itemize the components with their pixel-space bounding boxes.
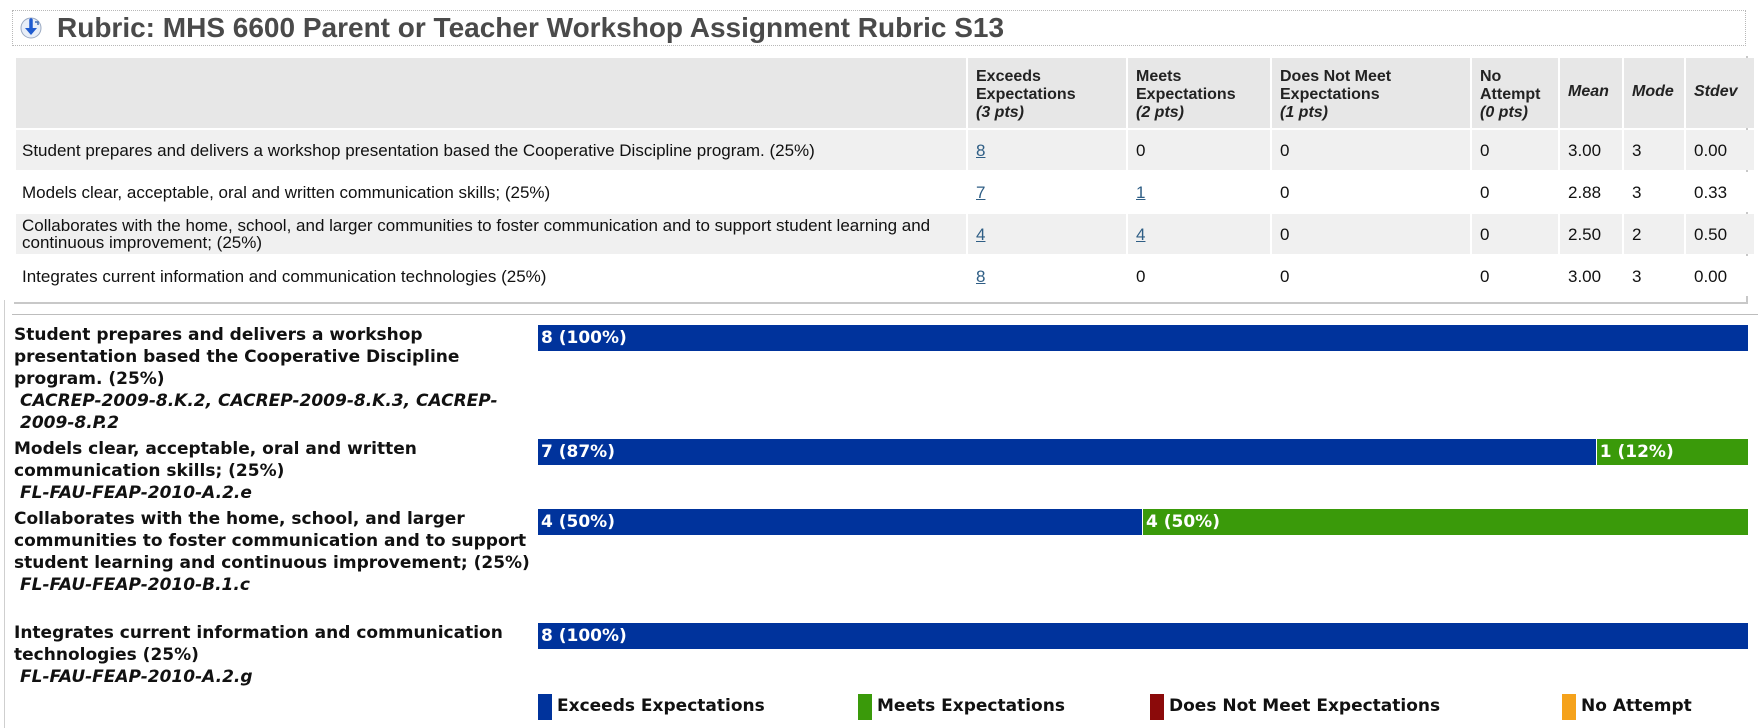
table-row: Collaborates with the home, school, and …	[16, 214, 1754, 254]
no-attempt-cell: 0	[1472, 256, 1558, 296]
bar-row: 8 (100%)	[538, 325, 1748, 351]
rubric-report-page: Rubric: MHS 6600 Parent or Teacher Works…	[0, 0, 1758, 728]
bar-segment-exceeds-expectations: 7 (87%)	[538, 439, 1596, 465]
column-header-points: (2 pts)	[1136, 104, 1184, 121]
column-header-points: (3 pts)	[976, 104, 1024, 121]
mean-cell: 2.50	[1560, 214, 1622, 254]
criterion-text: Integrates current information and commu…	[14, 623, 503, 665]
chart-criterion-label: Integrates current information and commu…	[14, 622, 534, 688]
exceeds-cell: 7	[968, 172, 1126, 212]
mean-cell: 2.88	[1560, 172, 1622, 212]
left-border	[4, 300, 5, 728]
exceeds-count-link[interactable]: 8	[976, 267, 985, 286]
table-row: Integrates current information and commu…	[16, 256, 1754, 296]
criterion-standards: FL-FAU-FEAP-2010-B.1.c	[20, 575, 250, 595]
column-header-no-attempt: No Attempt (0 pts)	[1472, 58, 1558, 128]
column-header-meets: Meets Expectations (2 pts)	[1128, 58, 1270, 128]
not-meet-cell: 0	[1272, 172, 1470, 212]
legend-label: No Attempt	[1581, 696, 1692, 716]
exceeds-cell: 4	[968, 214, 1126, 254]
exceeds-count-link[interactable]: 4	[976, 225, 985, 244]
no-attempt-cell: 0	[1472, 130, 1558, 170]
criterion-cell: Models clear, acceptable, oral and writt…	[16, 172, 966, 212]
table-row: Models clear, acceptable, oral and writt…	[16, 172, 1754, 212]
bar-segment-exceeds-expectations: 4 (50%)	[538, 509, 1142, 535]
stdev-cell: 0.33	[1686, 172, 1754, 212]
section-divider	[12, 314, 1758, 315]
legend-label: Exceeds Expectations	[557, 696, 765, 716]
meets-cell: 1	[1128, 172, 1270, 212]
column-header-label: Exceeds Expectations	[976, 68, 1076, 103]
criterion-cell: Collaborates with the home, school, and …	[16, 214, 966, 254]
bar-segment-exceeds-expectations: 8 (100%)	[538, 623, 1748, 649]
column-header-label: Does Not Meet Expectations	[1280, 68, 1392, 103]
mode-cell: 3	[1624, 130, 1684, 170]
criterion-standards: CACREP-2009-8.K.2, CACREP-2009-8.K.3, CA…	[20, 391, 498, 433]
exceeds-count-link[interactable]: 8	[976, 141, 985, 160]
exceeds-cell: 8	[968, 256, 1126, 296]
mean-cell: 3.00	[1560, 256, 1622, 296]
meets-count-link[interactable]: 1	[1136, 183, 1145, 202]
column-header-mode: Mode	[1624, 58, 1684, 128]
column-header-not-meet: Does Not Meet Expectations (1 pts)	[1272, 58, 1470, 128]
bar-segment-meets-expectations: 4 (50%)	[1143, 509, 1748, 535]
mode-cell: 3	[1624, 256, 1684, 296]
meets-count-link[interactable]: 4	[1136, 225, 1145, 244]
column-header-mean: Mean	[1560, 58, 1622, 128]
stdev-cell: 0.50	[1686, 214, 1754, 254]
meets-cell: 0	[1128, 256, 1270, 296]
not-meet-cell: 0	[1272, 214, 1470, 254]
bar-row: 4 (50%) 4 (50%)	[538, 509, 1748, 535]
mode-cell: 3	[1624, 172, 1684, 212]
table-row: Student prepares and delivers a workshop…	[16, 130, 1754, 170]
column-header-label: No Attempt	[1480, 68, 1541, 103]
column-header-exceeds: Exceeds Expectations (3 pts)	[968, 58, 1126, 128]
no-attempt-cell: 0	[1472, 214, 1558, 254]
stdev-cell: 0.00	[1686, 256, 1754, 296]
no-attempt-cell: 0	[1472, 172, 1558, 212]
column-header-points: (0 pts)	[1480, 104, 1528, 121]
bar-row: 7 (87%) 1 (12%)	[538, 439, 1748, 465]
chart-criterion-label: Models clear, acceptable, oral and writt…	[14, 438, 534, 504]
legend-swatch	[858, 694, 872, 720]
criterion-text: Student prepares and delivers a workshop…	[14, 325, 460, 389]
criterion-standards: FL-FAU-FEAP-2010-A.2.g	[20, 667, 253, 687]
criterion-text: Collaborates with the home, school, and …	[14, 509, 530, 573]
bar-segment-meets-expectations: 1 (12%)	[1596, 439, 1748, 465]
download-arrow-icon[interactable]	[19, 16, 43, 40]
mean-cell: 3.00	[1560, 130, 1622, 170]
legend-swatch	[1150, 694, 1164, 720]
rubric-title: Rubric: MHS 6600 Parent or Teacher Works…	[57, 12, 1005, 43]
legend-swatch	[1562, 694, 1576, 720]
mode-cell: 2	[1624, 214, 1684, 254]
rubric-header: Rubric: MHS 6600 Parent or Teacher Works…	[12, 10, 1746, 46]
criterion-cell: Student prepares and delivers a workshop…	[16, 130, 966, 170]
exceeds-count-link[interactable]: 7	[976, 183, 985, 202]
legend-label: Does Not Meet Expectations	[1169, 696, 1441, 716]
meets-cell: 4	[1128, 214, 1270, 254]
column-header-points: (1 pts)	[1280, 104, 1328, 121]
meets-cell: 0	[1128, 130, 1270, 170]
rubric-stats-table: Exceeds Expectations (3 pts) Meets Expect…	[14, 56, 1754, 304]
bar-segment-exceeds-expectations: 8 (100%)	[538, 325, 1748, 351]
criterion-standards: FL-FAU-FEAP-2010-A.2.e	[20, 483, 252, 503]
criterion-cell: Integrates current information and commu…	[16, 256, 966, 296]
criterion-header	[16, 58, 966, 128]
column-header-stdev: Stdev	[1686, 58, 1754, 128]
legend-label: Meets Expectations	[877, 696, 1065, 716]
stdev-cell: 0.00	[1686, 130, 1754, 170]
chart-criterion-label: Student prepares and delivers a workshop…	[14, 324, 534, 434]
chart-criterion-label: Collaborates with the home, school, and …	[14, 508, 534, 596]
not-meet-cell: 0	[1272, 256, 1470, 296]
chart-legend: Exceeds Expectations Meets Expectations …	[0, 694, 1758, 720]
bar-row: 8 (100%)	[538, 623, 1748, 649]
column-header-label: Meets Expectations	[1136, 68, 1236, 103]
exceeds-cell: 8	[968, 130, 1126, 170]
table-header-row: Exceeds Expectations (3 pts) Meets Expect…	[16, 58, 1754, 128]
legend-swatch	[538, 694, 552, 720]
not-meet-cell: 0	[1272, 130, 1470, 170]
criterion-text: Models clear, acceptable, oral and writt…	[14, 439, 417, 481]
